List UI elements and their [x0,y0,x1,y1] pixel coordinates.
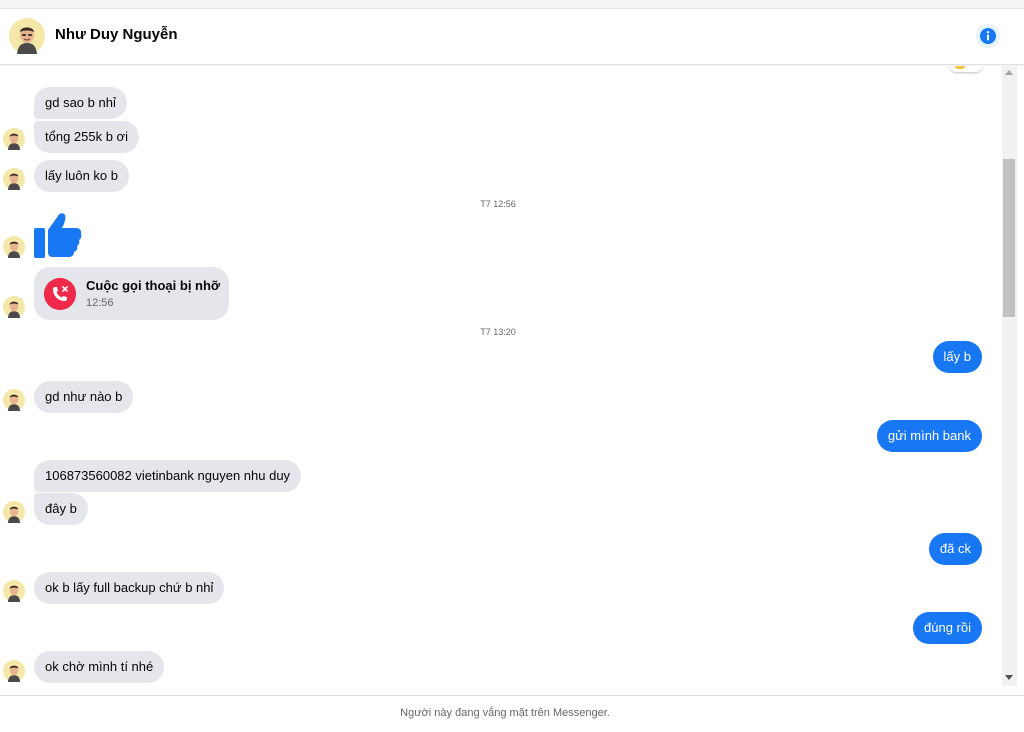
scroll-thumb[interactable] [1003,159,1015,317]
message-bubble-incoming[interactable]: gd sao b nhỉ [34,87,127,119]
conversation-header: Như Duy Nguyễn [0,9,1024,65]
avatar[interactable] [3,128,25,150]
message-thread[interactable]: gd sao b nhỉ tổng 255k b ơi lấy luôn ko … [0,66,1002,694]
composer-footer: Người này đang vắng mặt trên Messenger. [0,695,1024,732]
thread-scrollbar[interactable] [1002,66,1017,686]
message-bubble-incoming[interactable]: tổng 255k b ơi [34,121,139,153]
avatar[interactable] [3,296,25,318]
contact-name[interactable]: Như Duy Nguyễn [55,26,178,43]
message-bubble-outgoing[interactable]: đúng rồi [913,612,982,644]
reaction-icon [955,66,965,69]
scroll-up-arrow-icon[interactable] [1005,70,1013,75]
avatar[interactable] [3,660,25,682]
avatar[interactable] [3,501,25,523]
away-status-text: Người này đang vắng mặt trên Messenger. [400,707,610,719]
message-bubble-outgoing[interactable]: lấy b [932,341,982,373]
avatar[interactable] [3,580,25,602]
info-icon[interactable] [976,24,1000,48]
avatar[interactable] [3,236,25,258]
message-bubble-incoming[interactable]: 106873560082 vietinbank nguyen nhu duy [34,460,302,492]
timestamp: T7 12:56 [480,199,516,209]
timestamp: T7 13:20 [480,327,516,337]
reaction-chip[interactable] [950,66,982,72]
message-bubble-incoming[interactable]: gd như nào b [34,381,134,413]
call-title: Cuộc gọi thoại bị nhỡ [86,278,221,293]
message-bubble-incoming[interactable]: lấy luôn ko b [34,160,129,192]
missed-call-icon [44,278,76,310]
avatar[interactable] [3,168,25,190]
window-top-edge [0,0,1024,9]
call-time: 12:56 [86,297,114,309]
missed-call-card[interactable]: Cuộc gọi thoại bị nhỡ 12:56 [34,267,229,320]
scroll-down-arrow-icon[interactable] [1005,675,1013,680]
message-bubble-incoming[interactable]: đây b [34,493,88,525]
avatar[interactable] [3,389,25,411]
thumbs-up-icon[interactable] [32,210,84,260]
contact-avatar[interactable] [9,18,45,54]
message-bubble-outgoing[interactable]: gửi mình bank [876,420,982,452]
message-bubble-incoming[interactable]: ok chờ mình tí nhé [34,651,165,683]
message-bubble-incoming[interactable]: ok b lấy full backup chứ b nhỉ [34,572,225,604]
message-bubble-outgoing[interactable]: đã ck [928,533,982,565]
